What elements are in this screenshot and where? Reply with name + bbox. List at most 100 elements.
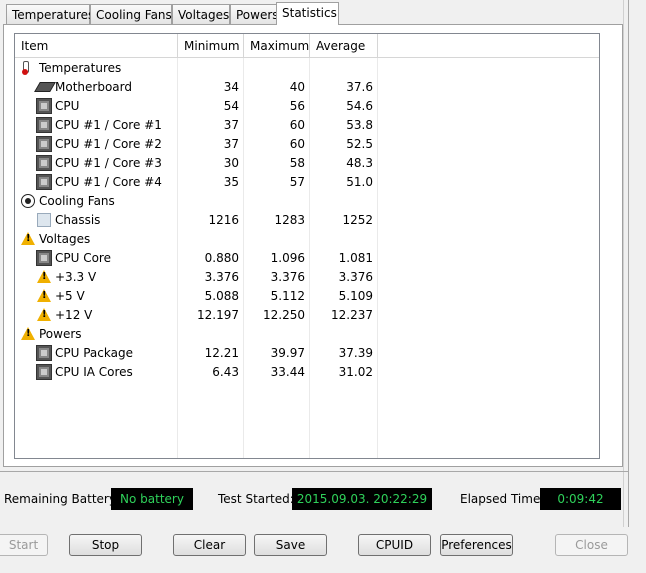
group-row[interactable]: Voltages [15,230,599,249]
group-row[interactable]: Temperatures [15,59,599,78]
fan-icon [21,194,35,208]
row-label: CPU Package [55,346,133,360]
warning-icon [37,289,51,302]
average-value: 1.081 [338,251,373,265]
table-row[interactable]: CPU #1 / Core #1 37 60 53.8 [15,116,599,135]
column-header-minimum[interactable]: Minimum [178,34,244,57]
tab-temperatures[interactable]: Temperatures [6,4,94,24]
maximum-value: 39.97 [270,346,305,360]
column-header-average[interactable]: Average [310,34,378,57]
minimum-value: 5.088 [204,289,239,303]
average-value: 51.0 [346,175,373,189]
minimum-value: 54 [223,99,239,113]
test-started-label: Test Started: [218,492,294,506]
table-row[interactable]: Motherboard 34 40 37.6 [15,78,599,97]
average-value: 37.6 [346,80,373,94]
average-value: 3.376 [338,270,373,284]
row-label: Cooling Fans [39,194,115,208]
table-row[interactable]: +5 V 5.088 5.112 5.109 [15,287,599,306]
tab-powers[interactable]: Powers [230,4,279,24]
thermometer-icon [21,61,35,75]
elapsed-time-label: Elapsed Time: [460,492,545,506]
row-label: CPU #1 / Core #3 [55,156,162,170]
table-row[interactable]: CPU #1 / Core #3 30 58 48.3 [15,154,599,173]
maximum-value: 56 [289,99,305,113]
tab-voltages[interactable]: Voltages [172,4,230,24]
average-value: 52.5 [346,137,373,151]
table-row[interactable]: CPU Package 12.21 39.97 37.39 [15,344,599,363]
group-row[interactable]: Cooling Fans [15,192,599,211]
maximum-value: 1283 [274,213,305,227]
elapsed-time-value-display: 0:09:42 [540,488,621,510]
warning-icon [37,270,51,283]
maximum-value: 5.112 [270,289,305,303]
minimum-value: 37 [223,137,239,151]
average-value: 53.8 [346,118,373,132]
table-row[interactable]: CPU IA Cores 6.43 33.44 31.02 [15,363,599,382]
chassis-icon [37,213,51,227]
table-row[interactable]: CPU Core 0.880 1.096 1.081 [15,249,599,268]
table-row[interactable]: CPU #1 / Core #2 37 60 52.5 [15,135,599,154]
maximum-value: 33.44 [270,365,305,379]
row-label: Motherboard [55,80,132,94]
row-label: Voltages [39,232,91,246]
cpu-icon [36,117,52,133]
maximum-value: 57 [289,175,305,189]
maximum-value: 1.096 [270,251,305,265]
table-row[interactable]: CPU #1 / Core #4 35 57 51.0 [15,173,599,192]
maximum-value: 60 [289,137,305,151]
clear-button[interactable]: Clear [173,534,246,556]
maximum-value: 58 [289,156,305,170]
tab-statistics[interactable]: Statistics [276,2,339,25]
table-row[interactable]: CPU 54 56 54.6 [15,97,599,116]
start-button[interactable]: Start [0,534,48,556]
row-label: CPU #1 / Core #4 [55,175,162,189]
cpu-icon [36,136,52,152]
row-label: CPU #1 / Core #2 [55,137,162,151]
minimum-value: 12.197 [197,308,239,322]
table-row[interactable]: +12 V 12.197 12.250 12.237 [15,306,599,325]
group-row[interactable]: Powers [15,325,599,344]
tab-cooling-fans[interactable]: Cooling Fans [90,4,172,24]
column-header-maximum[interactable]: Maximum [244,34,310,57]
table-row[interactable]: +3.3 V 3.376 3.376 3.376 [15,268,599,287]
maximum-value: 60 [289,118,305,132]
warning-icon [37,308,51,321]
warning-icon [21,327,35,340]
battery-value-display: No battery [111,488,193,510]
motherboard-icon [34,82,56,92]
cpu-icon [36,364,52,380]
minimum-value: 1216 [208,213,239,227]
row-label: CPU Core [55,251,111,265]
maximum-value: 40 [289,80,305,94]
average-value: 37.39 [338,346,373,360]
stop-button[interactable]: Stop [69,534,142,556]
row-label: Chassis [55,213,101,227]
average-value: 1252 [342,213,373,227]
minimum-value: 0.880 [204,251,239,265]
average-value: 5.109 [338,289,373,303]
cpuid-button[interactable]: CPUID [358,534,431,556]
battery-label: Remaining Battery: [4,492,120,506]
table-row[interactable]: Chassis 1216 1283 1252 [15,211,599,230]
cpu-icon [36,345,52,361]
row-label: Temperatures [39,61,122,75]
close-button[interactable]: Close [555,534,628,556]
row-label: +12 V [55,308,93,322]
preferences-button[interactable]: Preferences [440,534,513,556]
minimum-value: 6.43 [212,365,239,379]
average-value: 31.02 [338,365,373,379]
maximum-value: 12.250 [263,308,305,322]
minimum-value: 35 [223,175,239,189]
maximum-value: 3.376 [270,270,305,284]
window-frame [623,0,629,527]
row-label: +5 V [55,289,85,303]
minimum-value: 3.376 [204,270,239,284]
statistics-table[interactable]: Item Minimum Maximum Average Temperature… [14,33,600,459]
row-label: CPU IA Cores [55,365,133,379]
row-label: +3.3 V [55,270,97,284]
minimum-value: 37 [223,118,239,132]
column-header-item[interactable]: Item [15,34,178,57]
save-button[interactable]: Save [254,534,327,556]
cpu-icon [36,250,52,266]
